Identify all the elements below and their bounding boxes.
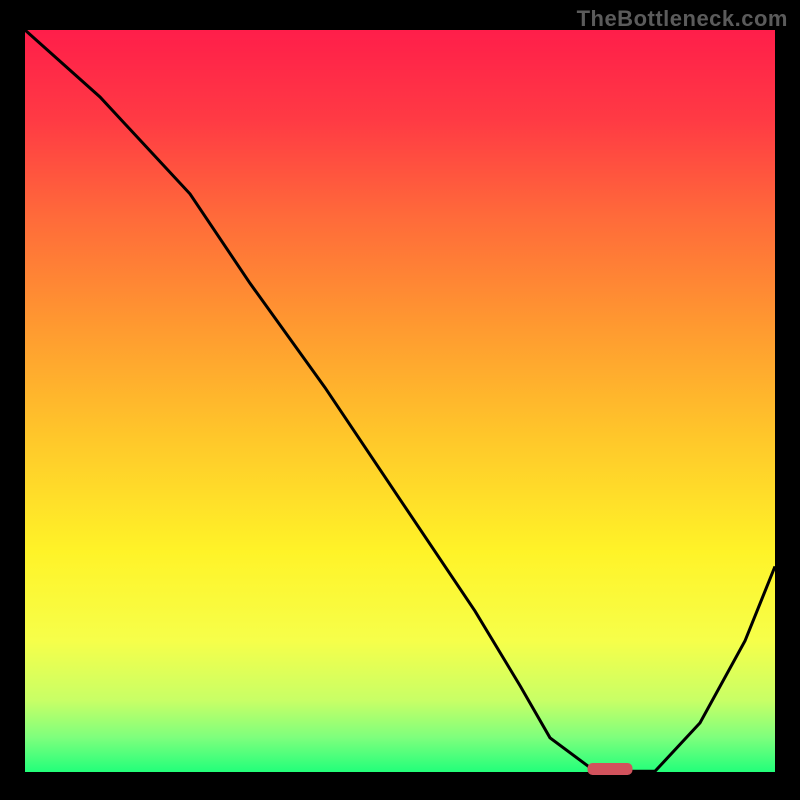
chart-svg xyxy=(25,30,775,775)
gradient-background xyxy=(25,30,775,775)
plot-area xyxy=(25,30,775,775)
chart-container: TheBottleneck.com xyxy=(0,0,800,800)
watermark-label: TheBottleneck.com xyxy=(577,6,788,32)
optimal-marker xyxy=(588,763,633,775)
